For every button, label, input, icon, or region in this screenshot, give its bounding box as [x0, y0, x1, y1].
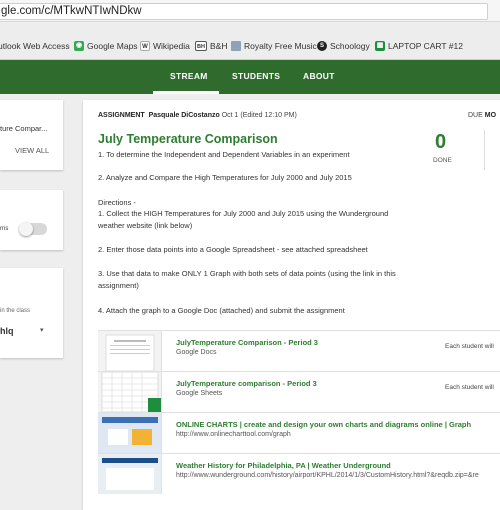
body-line: 1. To determine the Independent and Depe…: [98, 150, 350, 159]
bookmark-label: B&H: [210, 41, 228, 51]
attachment-thumbnail: [98, 331, 162, 371]
tab-students[interactable]: STUDENTS: [232, 71, 280, 81]
class-code: hlq: [0, 326, 14, 336]
attachment-thumbnail: [98, 454, 162, 494]
body-line: Directions -: [98, 198, 136, 207]
bookmark-laptop-cart[interactable]: ▦ LAPTOP CART #12: [375, 41, 463, 51]
due-value: MO: [484, 112, 497, 119]
bookmark-outlook[interactable]: utlook Web Access: [0, 41, 70, 51]
bookmark-label: Google Maps: [87, 41, 138, 51]
bookmark-label: Royalty Free Music: [244, 41, 317, 51]
wikipedia-icon: W: [140, 41, 150, 51]
done-counter[interactable]: 0 DONE: [433, 130, 485, 170]
due-date: DUE MO: [468, 112, 496, 119]
assignment-card: ASSIGNMENT Pasquale DiCostanzo Oct 1 (Ed…: [83, 100, 500, 510]
body-line: weather website (link below): [98, 221, 193, 230]
attachment-permission[interactable]: Each student will: [445, 384, 494, 391]
post-author: Pasquale DiCostanzo: [148, 112, 220, 119]
bookmark-google-maps[interactable]: ◉ Google Maps: [74, 41, 138, 51]
doc-thumbnail-icon: [105, 334, 155, 371]
bookmark-label: LAPTOP CART #12: [388, 41, 463, 51]
body-line: 3. Use that data to make ONLY 1 Graph wi…: [98, 269, 396, 278]
bookmark-label: Schoology: [330, 41, 370, 51]
link-thumbnail-icon: [98, 413, 161, 453]
attachment-url: http://www.onlinecharttool.com/graph: [176, 431, 291, 438]
toggle-knob: [19, 222, 33, 236]
attachment-url: http://www.wunderground.com/history/airp…: [176, 472, 479, 479]
browser-toolbar: gle.com/c/MTkwNTIwNDkw: [0, 0, 500, 22]
bh-icon: BH: [195, 41, 207, 51]
tab-stream[interactable]: STREAM: [170, 71, 208, 81]
body-line: 2. Enter those data points into a Google…: [98, 245, 368, 254]
schoology-icon: S: [317, 41, 327, 51]
sheets-icon: ▦: [375, 41, 385, 51]
sheet-thumbnail-icon: [101, 372, 161, 412]
due-label: DUE: [468, 112, 483, 119]
setting-toggle[interactable]: [19, 222, 47, 236]
chevron-down-icon[interactable]: ▾: [40, 326, 44, 334]
attachment-item[interactable]: JulyTemperature comparison - Period 3 Go…: [98, 371, 500, 412]
bookmark-schoology[interactable]: S Schoology: [317, 41, 370, 51]
post-header: ASSIGNMENT Pasquale DiCostanzo Oct 1 (Ed…: [98, 112, 297, 119]
done-count: 0: [435, 131, 447, 153]
attachment-thumbnail: [98, 413, 162, 453]
bookmark-label: Wikipedia: [153, 41, 190, 51]
link-thumbnail-icon: [98, 454, 161, 494]
folder-icon: [231, 41, 241, 51]
attachment-name[interactable]: JulyTemperature comparison - Period 3: [176, 379, 317, 388]
bookmark-wikipedia[interactable]: W Wikipedia: [140, 41, 190, 51]
upcoming-card: ture Compar... VIEW ALL: [0, 100, 63, 170]
attachment-item[interactable]: JulyTemperature Comparison - Period 3 Go…: [98, 330, 500, 371]
view-all-link[interactable]: VIEW ALL: [15, 146, 49, 155]
bookmark-bh[interactable]: BH B&H: [195, 41, 227, 51]
attachment-permission[interactable]: Each student will: [445, 343, 494, 350]
active-tab-indicator: [153, 91, 219, 94]
setting-label: rns: [0, 226, 9, 232]
attachment-name[interactable]: JulyTemperature Comparison - Period 3: [176, 338, 318, 347]
done-label: DONE: [433, 157, 452, 164]
attachment-name[interactable]: ONLINE CHARTS | create and design your o…: [176, 420, 471, 429]
tab-about[interactable]: ABOUT: [303, 71, 335, 81]
bookmark-royalty-free-music[interactable]: Royalty Free Music: [231, 41, 317, 51]
body-line: 4. Attach the graph to a Google Doc (att…: [98, 306, 345, 315]
settings-card: rns: [0, 190, 63, 250]
body-line: 2. Analyze and Compare the High Temperat…: [98, 173, 352, 182]
classroom-nav: STREAM STUDENTS ABOUT: [0, 60, 500, 94]
address-bar[interactable]: gle.com/c/MTkwNTIwNDkw: [0, 3, 488, 20]
attachment-item[interactable]: ONLINE CHARTS | create and design your o…: [98, 412, 500, 453]
class-code-label: in the class: [0, 308, 31, 314]
assignment-title[interactable]: July Temperature Comparison: [98, 132, 278, 146]
upcoming-item[interactable]: ture Compar...: [0, 124, 48, 133]
attachment-name[interactable]: Weather History for Philadelphia, PA | W…: [176, 461, 391, 470]
attachment-item[interactable]: Weather History for Philadelphia, PA | W…: [98, 453, 500, 494]
post-date: Oct 1 (Edited 12:10 PM): [221, 112, 297, 119]
post-type: ASSIGNMENT: [98, 112, 145, 119]
body-line: assignment): [98, 281, 139, 290]
body-line: 1. Collect the HIGH Temperatures for Jul…: [98, 209, 389, 218]
bookmark-label: utlook Web Access: [0, 41, 70, 51]
attachment-type: Google Sheets: [176, 390, 223, 397]
attachment-thumbnail: [98, 372, 162, 412]
google-maps-icon: ◉: [74, 41, 84, 51]
attachment-type: Google Docs: [176, 349, 217, 356]
class-code-card: in the class hlq ▾: [0, 268, 63, 358]
bookmarks-bar: utlook Web Access ◉ Google Maps W Wikipe…: [0, 23, 500, 60]
